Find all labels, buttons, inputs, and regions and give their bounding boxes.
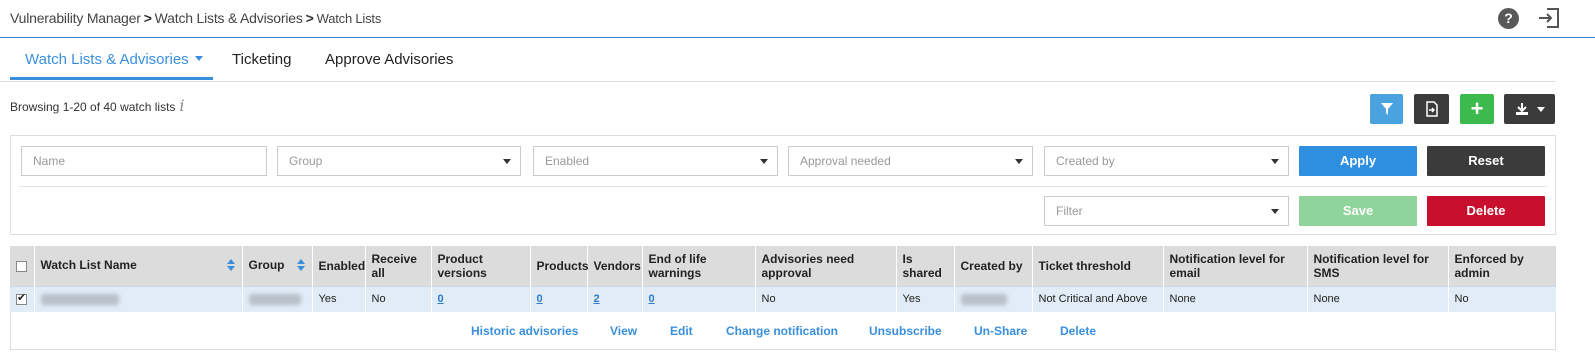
active-tab-indicator: [10, 77, 213, 80]
select-all-checkbox[interactable]: [16, 261, 27, 273]
redacted-text: [248, 293, 301, 305]
group-cell: [242, 285, 313, 312]
product-versions-link[interactable]: 0: [438, 293, 444, 305]
info-icon[interactable]: i: [179, 96, 184, 115]
column-header-products: Products: [530, 246, 589, 286]
row-actions-bar: Historic advisories View Edit Change not…: [10, 312, 1556, 350]
created-by-cell: [954, 285, 1033, 312]
breadcrumb-app[interactable]: Vulnerability Manager: [10, 10, 141, 26]
sort-icon[interactable]: [226, 259, 236, 273]
group-filter-select[interactable]: Group: [277, 146, 521, 176]
enabled-cell: Yes: [312, 285, 366, 312]
approval-filter-select[interactable]: Approval needed: [788, 146, 1033, 176]
column-header-vendors: Vendors: [587, 246, 643, 286]
column-header-enforced: Enforced by admin: [1448, 246, 1557, 286]
column-header-label: Watch List Name: [40, 258, 137, 273]
change-notification-link[interactable]: Change notification: [726, 324, 838, 338]
end-of-life-link[interactable]: 0: [649, 293, 655, 305]
column-header-product-versions: Product versions: [431, 246, 531, 286]
edit-link[interactable]: Edit: [670, 324, 693, 338]
export-document-icon: [1425, 101, 1438, 117]
notify-sms-cell: None: [1307, 285, 1449, 312]
download-menu-button[interactable]: [1504, 94, 1555, 124]
products-cell: 0: [530, 285, 588, 312]
table-row[interactable]: Yes No 0 0 2 0 No Yes Not Critical and A…: [10, 285, 1557, 312]
column-header-created-by: Created by: [954, 246, 1033, 286]
select-all-cell: [10, 246, 35, 286]
name-filter-input[interactable]: Name: [21, 146, 267, 176]
download-icon: [1515, 103, 1528, 115]
row-select-cell: [10, 285, 35, 312]
column-header-ticket-threshold: Ticket threshold: [1032, 246, 1164, 286]
enabled-filter-select[interactable]: Enabled: [533, 146, 778, 176]
filter-panel: Name Group Enabled Approval needed Creat…: [10, 135, 1556, 235]
watch-lists-table: Watch List Name Group Enabled Receive al…: [10, 246, 1557, 312]
chevron-down-icon: [194, 55, 203, 61]
apply-button[interactable]: Apply: [1299, 146, 1417, 176]
plus-icon: +: [1470, 96, 1484, 121]
vendors-cell: 2: [587, 285, 643, 312]
reset-button[interactable]: Reset: [1427, 146, 1545, 176]
add-watch-list-button[interactable]: +: [1460, 94, 1494, 124]
sort-icon[interactable]: [296, 259, 306, 273]
panel-divider: [19, 186, 1547, 187]
column-header-enabled: Enabled: [312, 246, 366, 286]
column-header-label: Group: [248, 258, 285, 273]
column-header-watch-list-name[interactable]: Watch List Name: [34, 246, 243, 286]
column-header-notify-email: Notification level for email: [1163, 246, 1308, 286]
vendors-link[interactable]: 2: [594, 293, 600, 305]
end-of-life-cell: 0: [642, 285, 756, 312]
filter-icon: [1380, 103, 1393, 115]
redacted-text: [40, 293, 119, 305]
is-shared-cell: Yes: [896, 285, 955, 312]
top-bar: Vulnerability Manager > Watch Lists & Advi…: [0, 0, 1595, 38]
save-filter-button[interactable]: Save: [1299, 196, 1417, 226]
table-header-row: Watch List Name Group Enabled Receive al…: [10, 246, 1557, 286]
column-header-is-shared: Is shared: [896, 246, 955, 286]
breadcrumb-separator: >: [305, 10, 314, 26]
watch-list-name-cell: [34, 285, 243, 312]
tab-approve-advisories[interactable]: Approve Advisories: [325, 51, 453, 68]
tab-label: Watch Lists & Advisories: [25, 51, 189, 68]
delete-filter-button[interactable]: Delete: [1427, 196, 1545, 226]
view-link[interactable]: View: [610, 324, 637, 338]
notify-email-cell: None: [1163, 285, 1308, 312]
unsubscribe-link[interactable]: Unsubscribe: [869, 324, 942, 338]
historic-advisories-link[interactable]: Historic advisories: [471, 324, 578, 338]
browsing-text: Browsing 1-20 of 40 watch lists: [10, 100, 176, 114]
column-header-need-approval: Advisories need approval: [755, 246, 897, 286]
tab-bar: Watch Lists & Advisories Ticketing Appro…: [0, 40, 1556, 82]
breadcrumb-page: Watch Lists: [316, 11, 382, 26]
column-header-group[interactable]: Group: [242, 246, 313, 286]
redacted-text: [960, 293, 1007, 305]
browsing-summary: Browsing 1-20 of 40 watch lists i: [10, 96, 185, 115]
product-versions-cell: 0: [431, 285, 531, 312]
chevron-down-icon: [1536, 106, 1545, 112]
receive-all-cell: No: [365, 285, 432, 312]
logout-icon[interactable]: [1537, 7, 1561, 29]
unshare-link[interactable]: Un-Share: [974, 324, 1027, 338]
need-approval-cell: No: [755, 285, 897, 312]
filter-toggle-button[interactable]: [1370, 94, 1403, 124]
enforced-cell: No: [1448, 285, 1557, 312]
tab-ticketing[interactable]: Ticketing: [232, 51, 291, 68]
help-icon[interactable]: ?: [1498, 8, 1519, 29]
tab-watch-lists-advisories[interactable]: Watch Lists & Advisories: [25, 51, 203, 68]
created-by-filter-select[interactable]: Created by: [1044, 146, 1289, 176]
column-header-notify-sms: Notification level for SMS: [1307, 246, 1449, 286]
breadcrumb-separator: >: [143, 10, 152, 26]
breadcrumb-section[interactable]: Watch Lists & Advisories: [155, 10, 303, 26]
delete-link[interactable]: Delete: [1060, 324, 1096, 338]
products-link[interactable]: 0: [537, 293, 543, 305]
row-checkbox[interactable]: [16, 291, 27, 305]
column-header-end-of-life: End of life warnings: [642, 246, 756, 286]
breadcrumb: Vulnerability Manager > Watch Lists & Advi…: [10, 10, 381, 26]
export-button[interactable]: [1414, 94, 1449, 124]
saved-filter-select[interactable]: Filter: [1044, 196, 1289, 226]
ticket-threshold-cell: Not Critical and Above: [1032, 285, 1164, 312]
column-header-receive-all: Receive all: [365, 246, 432, 286]
